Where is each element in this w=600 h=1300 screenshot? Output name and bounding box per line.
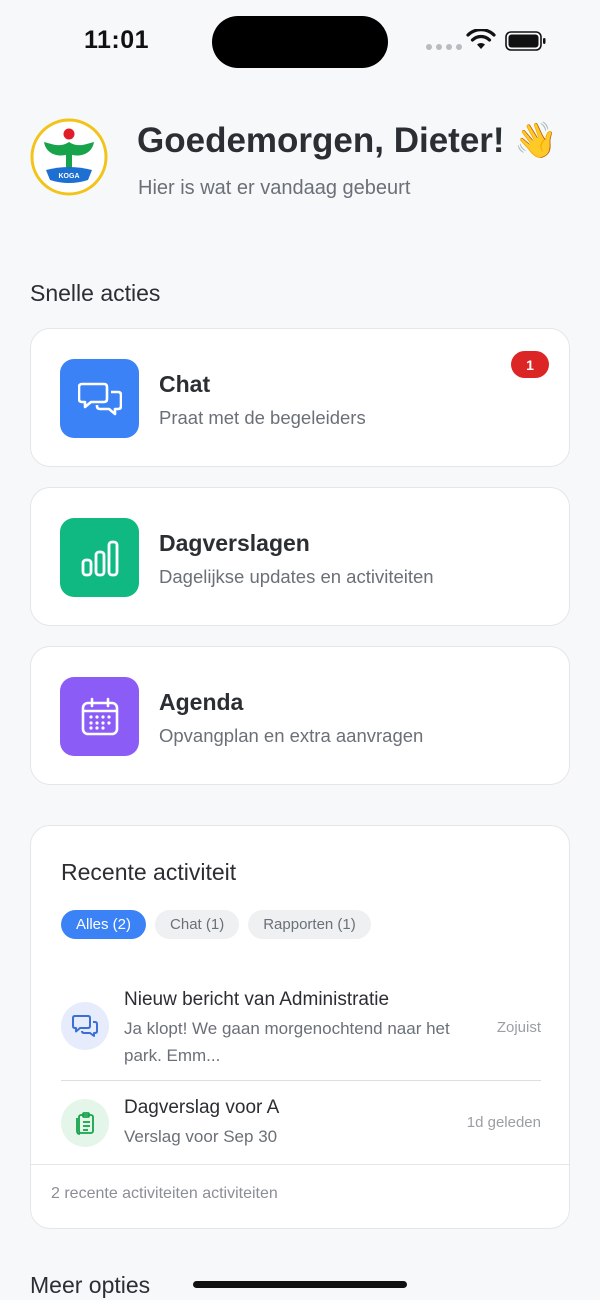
agenda-action-card[interactable]: Agenda Opvangplan en extra aanvragen — [30, 646, 570, 785]
koga-logo: KOGA — [30, 118, 108, 196]
activity-title: Nieuw bericht van Administratie — [124, 989, 390, 1010]
activity-time: 1d geleden — [466, 1114, 541, 1131]
dagverslagen-action-card[interactable]: Dagverslagen Dagelijkse updates en activ… — [30, 487, 570, 626]
activity-item-report[interactable]: Dagverslag voor A Verslag voor Sep 30 1d… — [61, 1094, 541, 1158]
home-indicator[interactable] — [193, 1281, 407, 1288]
chat-action-description: Praat met de begeleiders — [159, 407, 366, 428]
signal-icon — [426, 44, 462, 50]
chat-icon — [61, 1002, 109, 1050]
quick-actions-title: Snelle acties — [30, 280, 161, 306]
dagverslagen-action-description: Dagelijkse updates en activiteiten — [159, 566, 434, 587]
greeting-subtitle: Hier is wat er vandaag gebeurt — [138, 177, 411, 199]
calendar-icon — [60, 677, 139, 756]
agenda-action-title: Agenda — [159, 689, 244, 715]
activity-item-message[interactable]: Nieuw bericht van Administratie Ja klopt… — [61, 986, 541, 1076]
status-time: 11:01 — [84, 26, 150, 54]
activity-time: Zojuist — [496, 1019, 541, 1036]
greeting-title: Goedemorgen, Dieter! 👋 — [137, 121, 558, 160]
svg-text:KOGA: KOGA — [59, 173, 80, 180]
battery-icon — [505, 31, 546, 51]
filter-chip-reports[interactable]: Rapporten (1) — [248, 910, 371, 939]
recent-activity-title: Recente activiteit — [61, 859, 237, 885]
agenda-action-description: Opvangplan en extra aanvragen — [159, 725, 424, 746]
activity-description: Verslag voor Sep 30 — [124, 1127, 278, 1146]
chat-action-title: Chat — [159, 371, 211, 397]
activity-title: Dagverslag voor A — [124, 1097, 280, 1118]
activity-filters: Alles (2) Chat (1) Rapporten (1) — [61, 910, 371, 939]
clipboard-icon — [61, 1099, 109, 1147]
filter-chip-chat[interactable]: Chat (1) — [155, 910, 240, 939]
dynamic-island — [212, 16, 388, 68]
recent-activity-footer: 2 recente activiteiten activiteiten — [31, 1164, 569, 1228]
dagverslagen-action-title: Dagverslagen — [159, 530, 310, 556]
unread-badge: 1 — [511, 351, 549, 378]
filter-chip-all[interactable]: Alles (2) — [61, 910, 147, 939]
wifi-icon — [466, 29, 496, 49]
chat-action-card[interactable]: Chat Praat met de begeleiders 1 — [30, 328, 570, 467]
recent-activity-card: Recente activiteit Alles (2) Chat (1) Ra… — [30, 825, 570, 1229]
chat-bubbles-icon — [60, 359, 139, 438]
bar-chart-icon — [60, 518, 139, 597]
more-options-title: Meer opties — [30, 1272, 151, 1298]
divider — [61, 1080, 541, 1081]
activity-description: Ja klopt! We gaan morgenochtend naar het… — [124, 1019, 450, 1065]
status-bar: 11:01 — [0, 0, 600, 84]
